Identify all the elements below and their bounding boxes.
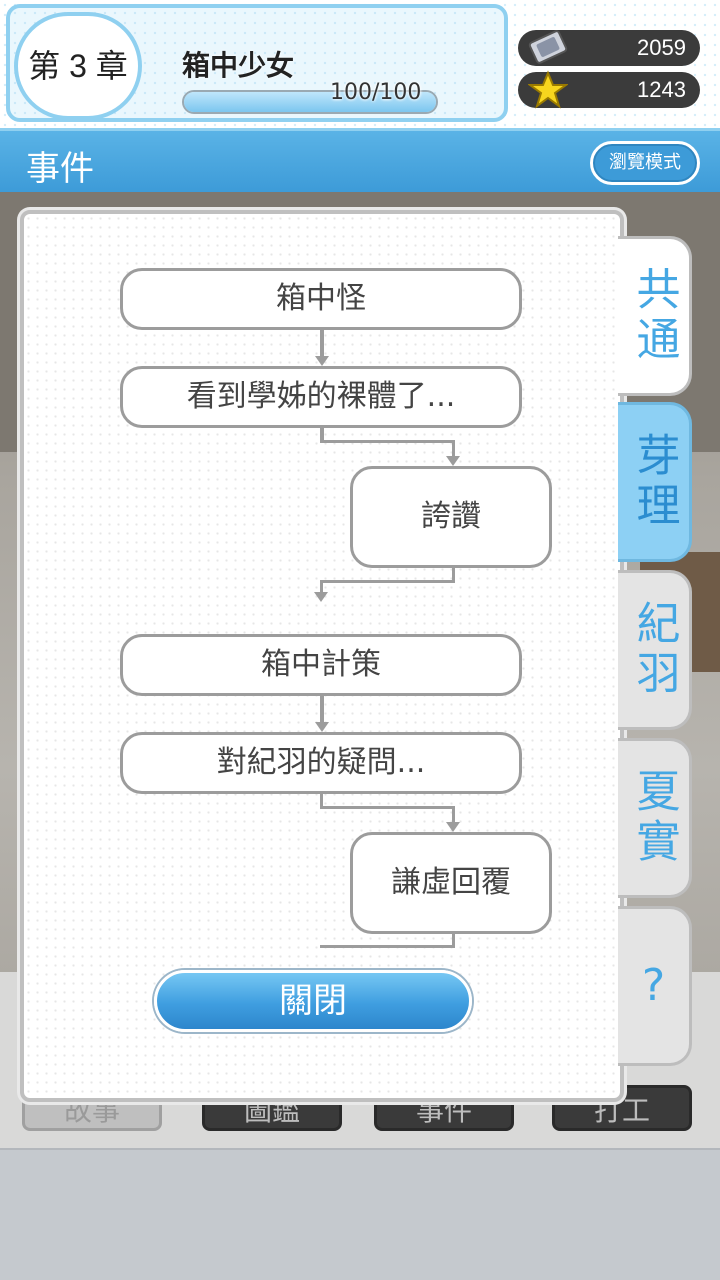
chapter-badge: 第 3 章 — [14, 12, 142, 120]
event-node[interactable]: 謙虛回覆 — [350, 832, 552, 934]
tab-label: ? — [641, 960, 666, 1011]
tab-label: 芽理 — [628, 432, 680, 532]
browse-mode-button[interactable]: 瀏覽模式 — [590, 141, 700, 185]
top-header: 箱中少女 100/100 第 3 章 2059 1243 — [0, 0, 720, 128]
event-flowchart-modal: 箱中怪 看到學姊的裸體了... 誇讚 箱中計策 對紀羽的疑問... 謙虛回覆 關… — [20, 210, 624, 1102]
star-count: 1243 — [637, 77, 686, 102]
tab-common[interactable]: 共通 — [618, 236, 692, 396]
tab-yari[interactable]: 芽理 — [618, 402, 692, 562]
bottom-strip — [0, 1148, 720, 1280]
flow-connector — [320, 580, 455, 583]
star-icon — [526, 68, 570, 112]
tab-label: 夏實 — [628, 768, 680, 868]
flow-connector — [320, 945, 455, 948]
star-counter: 1243 — [518, 70, 700, 109]
event-node[interactable]: 對紀羽的疑問... — [120, 732, 522, 794]
flow-connector — [320, 806, 454, 809]
tab-unknown[interactable]: ? — [618, 906, 692, 1066]
event-node[interactable]: 箱中怪 — [120, 268, 522, 330]
arrow-down-icon — [315, 722, 329, 732]
gem-count: 2059 — [637, 35, 686, 60]
tab-jiyu[interactable]: 紀羽 — [618, 570, 692, 730]
arrow-down-icon — [314, 592, 328, 602]
ticket-icon — [526, 26, 570, 70]
arrow-down-icon — [446, 456, 460, 466]
event-node[interactable]: 看到學姊的裸體了... — [120, 366, 522, 428]
section-header: 事件 瀏覽模式 — [0, 128, 720, 192]
close-button[interactable]: 關閉 — [154, 970, 472, 1032]
tab-label: 共通 — [628, 266, 680, 366]
tab-label: 紀羽 — [628, 600, 680, 700]
section-title: 事件 — [26, 149, 94, 189]
tab-xiashi[interactable]: 夏實 — [618, 738, 692, 898]
chapter-progress-text: 100/100 — [330, 80, 422, 105]
arrow-down-icon — [446, 822, 460, 832]
flow-connector — [320, 440, 454, 443]
event-node[interactable]: 誇讚 — [350, 466, 552, 568]
event-node[interactable]: 箱中計策 — [120, 634, 522, 696]
arrow-down-icon — [315, 356, 329, 366]
gem-counter: 2059 — [518, 30, 700, 66]
chapter-title: 箱中少女 — [182, 49, 295, 82]
